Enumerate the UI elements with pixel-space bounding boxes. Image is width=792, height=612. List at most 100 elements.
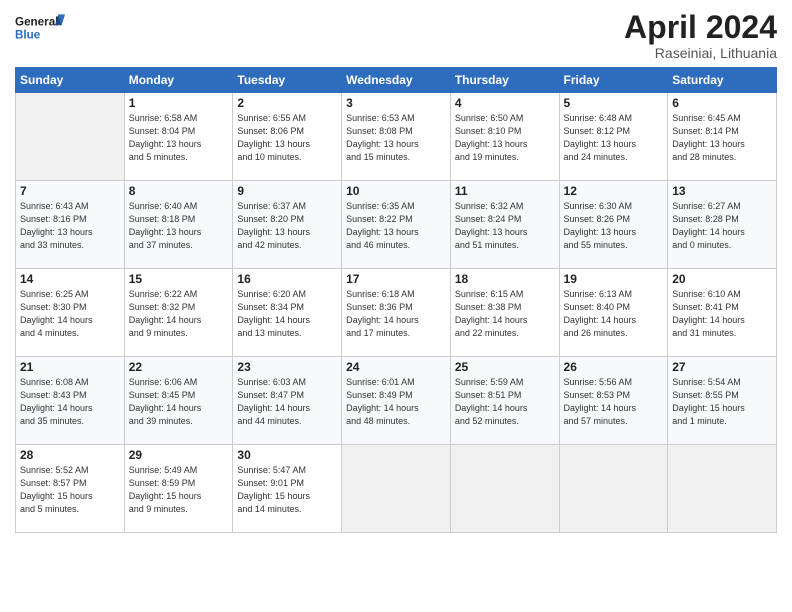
- day-info: Sunrise: 6:35 AM Sunset: 8:22 PM Dayligh…: [346, 200, 446, 252]
- day-number: 23: [237, 360, 337, 374]
- day-info: Sunrise: 6:03 AM Sunset: 8:47 PM Dayligh…: [237, 376, 337, 428]
- day-number: 6: [672, 96, 772, 110]
- day-number: 20: [672, 272, 772, 286]
- day-number: 10: [346, 184, 446, 198]
- day-number: 16: [237, 272, 337, 286]
- weekday-header: Wednesday: [342, 68, 451, 93]
- day-number: 3: [346, 96, 446, 110]
- day-info: Sunrise: 6:15 AM Sunset: 8:38 PM Dayligh…: [455, 288, 555, 340]
- day-info: Sunrise: 6:40 AM Sunset: 8:18 PM Dayligh…: [129, 200, 229, 252]
- day-info: Sunrise: 6:27 AM Sunset: 8:28 PM Dayligh…: [672, 200, 772, 252]
- day-info: Sunrise: 6:18 AM Sunset: 8:36 PM Dayligh…: [346, 288, 446, 340]
- day-number: 11: [455, 184, 555, 198]
- day-number: 27: [672, 360, 772, 374]
- calendar-cell: 26 Sunrise: 5:56 AM Sunset: 8:53 PM Dayli…: [559, 357, 668, 445]
- day-info: Sunrise: 6:43 AM Sunset: 8:16 PM Dayligh…: [20, 200, 120, 252]
- day-number: 30: [237, 448, 337, 462]
- day-info: Sunrise: 6:08 AM Sunset: 8:43 PM Dayligh…: [20, 376, 120, 428]
- calendar-cell: 25 Sunrise: 5:59 AM Sunset: 8:51 PM Dayli…: [450, 357, 559, 445]
- calendar-cell: 10 Sunrise: 6:35 AM Sunset: 8:22 PM Dayli…: [342, 181, 451, 269]
- calendar-cell: 30 Sunrise: 5:47 AM Sunset: 9:01 PM Dayli…: [233, 445, 342, 533]
- calendar-cell: 17 Sunrise: 6:18 AM Sunset: 8:36 PM Dayli…: [342, 269, 451, 357]
- weekday-header: Saturday: [668, 68, 777, 93]
- day-info: Sunrise: 6:45 AM Sunset: 8:14 PM Dayligh…: [672, 112, 772, 164]
- calendar-cell: [559, 445, 668, 533]
- calendar-cell: 29 Sunrise: 5:49 AM Sunset: 8:59 PM Dayli…: [124, 445, 233, 533]
- calendar-cell: 2Sunrise: 6:55 AM Sunset: 8:06 PM Daylig…: [233, 93, 342, 181]
- day-number: 26: [564, 360, 664, 374]
- weekday-header: Friday: [559, 68, 668, 93]
- day-info: Sunrise: 5:56 AM Sunset: 8:53 PM Dayligh…: [564, 376, 664, 428]
- calendar-cell: [450, 445, 559, 533]
- logo-svg: General Blue: [15, 10, 65, 48]
- calendar-cell: 9 Sunrise: 6:37 AM Sunset: 8:20 PM Daylig…: [233, 181, 342, 269]
- day-number: 4: [455, 96, 555, 110]
- day-number: 29: [129, 448, 229, 462]
- day-info: Sunrise: 5:59 AM Sunset: 8:51 PM Dayligh…: [455, 376, 555, 428]
- day-info: Sunrise: 5:47 AM Sunset: 9:01 PM Dayligh…: [237, 464, 337, 516]
- day-info: Sunrise: 6:32 AM Sunset: 8:24 PM Dayligh…: [455, 200, 555, 252]
- calendar-cell: 19Sunrise: 6:13 AM Sunset: 8:40 PM Dayli…: [559, 269, 668, 357]
- calendar-week-row: 7 Sunrise: 6:43 AM Sunset: 8:16 PM Daylig…: [16, 181, 777, 269]
- day-number: 9: [237, 184, 337, 198]
- svg-text:Blue: Blue: [15, 29, 41, 42]
- day-info: Sunrise: 6:50 AM Sunset: 8:10 PM Dayligh…: [455, 112, 555, 164]
- title-block: April 2024 Raseiniai, Lithuania: [624, 10, 777, 61]
- day-number: 18: [455, 272, 555, 286]
- day-info: Sunrise: 6:25 AM Sunset: 8:30 PM Dayligh…: [20, 288, 120, 340]
- day-info: Sunrise: 6:48 AM Sunset: 8:12 PM Dayligh…: [564, 112, 664, 164]
- calendar-cell: 7 Sunrise: 6:43 AM Sunset: 8:16 PM Daylig…: [16, 181, 125, 269]
- calendar-cell: 6 Sunrise: 6:45 AM Sunset: 8:14 PM Daylig…: [668, 93, 777, 181]
- day-info: Sunrise: 6:20 AM Sunset: 8:34 PM Dayligh…: [237, 288, 337, 340]
- calendar-week-row: 21 Sunrise: 6:08 AM Sunset: 8:43 PM Dayli…: [16, 357, 777, 445]
- weekday-header: Sunday: [16, 68, 125, 93]
- calendar-cell: 12 Sunrise: 6:30 AM Sunset: 8:26 PM Dayli…: [559, 181, 668, 269]
- day-number: 7: [20, 184, 120, 198]
- day-number: 15: [129, 272, 229, 286]
- calendar-cell: 15Sunrise: 6:22 AM Sunset: 8:32 PM Dayli…: [124, 269, 233, 357]
- day-number: 14: [20, 272, 120, 286]
- logo: General Blue: [15, 10, 65, 48]
- weekday-row: SundayMondayTuesdayWednesdayThursdayFrid…: [16, 68, 777, 93]
- day-info: Sunrise: 5:52 AM Sunset: 8:57 PM Dayligh…: [20, 464, 120, 516]
- calendar-week-row: 28 Sunrise: 5:52 AM Sunset: 8:57 PM Dayli…: [16, 445, 777, 533]
- day-info: Sunrise: 6:58 AM Sunset: 8:04 PM Dayligh…: [129, 112, 229, 164]
- day-info: Sunrise: 6:06 AM Sunset: 8:45 PM Dayligh…: [129, 376, 229, 428]
- day-info: Sunrise: 6:30 AM Sunset: 8:26 PM Dayligh…: [564, 200, 664, 252]
- calendar-cell: [668, 445, 777, 533]
- calendar-cell: 28 Sunrise: 5:52 AM Sunset: 8:57 PM Dayli…: [16, 445, 125, 533]
- day-info: Sunrise: 6:37 AM Sunset: 8:20 PM Dayligh…: [237, 200, 337, 252]
- calendar-body: 1 Sunrise: 6:58 AM Sunset: 8:04 PM Daylig…: [16, 93, 777, 533]
- calendar-cell: 5Sunrise: 6:48 AM Sunset: 8:12 PM Daylig…: [559, 93, 668, 181]
- calendar-cell: 13Sunrise: 6:27 AM Sunset: 8:28 PM Dayli…: [668, 181, 777, 269]
- day-number: 1: [129, 96, 229, 110]
- calendar-table: SundayMondayTuesdayWednesdayThursdayFrid…: [15, 67, 777, 533]
- calendar-cell: 3 Sunrise: 6:53 AM Sunset: 8:08 PM Daylig…: [342, 93, 451, 181]
- day-info: Sunrise: 5:49 AM Sunset: 8:59 PM Dayligh…: [129, 464, 229, 516]
- day-number: 17: [346, 272, 446, 286]
- calendar-cell: 27 Sunrise: 5:54 AM Sunset: 8:55 PM Dayli…: [668, 357, 777, 445]
- weekday-header: Tuesday: [233, 68, 342, 93]
- day-number: 2: [237, 96, 337, 110]
- calendar-cell: 11 Sunrise: 6:32 AM Sunset: 8:24 PM Dayli…: [450, 181, 559, 269]
- day-number: 25: [455, 360, 555, 374]
- day-info: Sunrise: 5:54 AM Sunset: 8:55 PM Dayligh…: [672, 376, 772, 428]
- day-info: Sunrise: 6:53 AM Sunset: 8:08 PM Dayligh…: [346, 112, 446, 164]
- day-number: 28: [20, 448, 120, 462]
- calendar-cell: 14 Sunrise: 6:25 AM Sunset: 8:30 PM Dayli…: [16, 269, 125, 357]
- calendar-cell: 4 Sunrise: 6:50 AM Sunset: 8:10 PM Daylig…: [450, 93, 559, 181]
- calendar-page: General Blue April 2024 Raseiniai, Lithu…: [0, 0, 792, 543]
- day-number: 12: [564, 184, 664, 198]
- calendar-cell: 1 Sunrise: 6:58 AM Sunset: 8:04 PM Daylig…: [124, 93, 233, 181]
- weekday-header: Monday: [124, 68, 233, 93]
- day-info: Sunrise: 6:13 AM Sunset: 8:40 PM Dayligh…: [564, 288, 664, 340]
- header: General Blue April 2024 Raseiniai, Lithu…: [15, 10, 777, 61]
- calendar-cell: 8 Sunrise: 6:40 AM Sunset: 8:18 PM Daylig…: [124, 181, 233, 269]
- day-number: 8: [129, 184, 229, 198]
- calendar-cell: 16 Sunrise: 6:20 AM Sunset: 8:34 PM Dayli…: [233, 269, 342, 357]
- calendar-cell: 21 Sunrise: 6:08 AM Sunset: 8:43 PM Dayli…: [16, 357, 125, 445]
- day-number: 24: [346, 360, 446, 374]
- calendar-cell: [16, 93, 125, 181]
- day-info: Sunrise: 6:10 AM Sunset: 8:41 PM Dayligh…: [672, 288, 772, 340]
- day-number: 21: [20, 360, 120, 374]
